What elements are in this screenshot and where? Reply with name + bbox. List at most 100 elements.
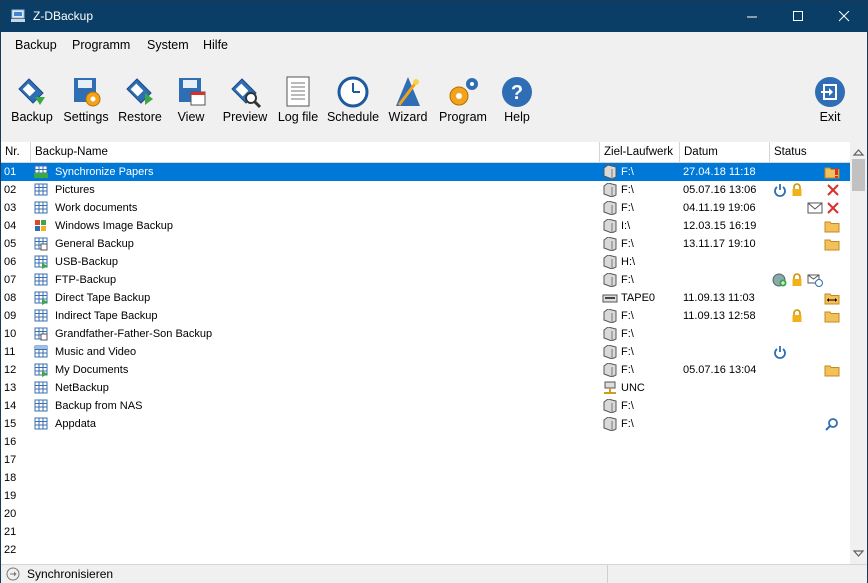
status-bar: Synchronisieren: [1, 564, 867, 583]
exit-label: Exit: [819, 110, 841, 124]
table-row[interactable]: 17: [1, 451, 850, 469]
column-header-nr[interactable]: Nr.: [1, 142, 31, 162]
drive-icon: [602, 164, 618, 180]
app-icon: [11, 9, 25, 22]
restore-icon: [126, 78, 153, 105]
table-header: Nr. Backup-Name Ziel-Laufwerk Datum Stat…: [1, 142, 850, 163]
close-button[interactable]: [821, 1, 867, 32]
table-row[interactable]: 06 USB-Backup H:\: [1, 253, 850, 271]
table-row[interactable]: 12 My Documents F:\ 05.07.16 13:04: [1, 361, 850, 379]
table-row[interactable]: 09 Indirect Tape Backup F:\ 11.09.13 12:58: [1, 307, 850, 325]
backup-icon: [18, 78, 45, 105]
column-header-backup-name[interactable]: Backup-Name: [31, 142, 600, 162]
table-row[interactable]: 13 NetBackup UNC: [1, 379, 850, 397]
target-drive: F:\: [621, 400, 634, 412]
table-row[interactable]: 05 General Backup F:\ 13.11.17 19:10: [1, 235, 850, 253]
schedule-button[interactable]: Schedule: [327, 75, 379, 139]
schedule-label: Schedule: [326, 110, 380, 124]
scroll-thumb[interactable]: [852, 159, 865, 191]
preview-button[interactable]: Preview: [223, 75, 267, 139]
program-button[interactable]: Program: [438, 75, 488, 139]
table-row[interactable]: 07 FTP-Backup F:\: [1, 271, 850, 289]
target-drive: F:\: [621, 328, 634, 340]
menu-system[interactable]: System: [147, 38, 189, 52]
table-row[interactable]: 11 Music and Video F:\: [1, 343, 850, 361]
backup-type-icon: [34, 291, 48, 305]
restore-button[interactable]: Restore: [118, 75, 162, 139]
target-drive: F:\: [621, 418, 634, 430]
menu-hilfe[interactable]: Hilfe: [203, 38, 228, 52]
folder-warning-icon: [824, 165, 840, 179]
target-drive: UNC: [621, 382, 645, 394]
backup-name: Work documents: [55, 202, 138, 214]
toolbar: Backup Settings Restore View Preview Log…: [1, 57, 867, 144]
column-header-date[interactable]: Datum: [680, 142, 770, 162]
table-row[interactable]: 10 Grandfather-Father-Son Backup F:\: [1, 325, 850, 343]
backup-type-icon: [34, 201, 48, 215]
network-mail-icon: [807, 273, 823, 287]
title-bar[interactable]: Z-DBackup: [1, 1, 867, 32]
close-icon: [838, 11, 849, 22]
row-number: 14: [4, 400, 17, 412]
help-button[interactable]: ? Help: [497, 75, 537, 139]
exit-button[interactable]: Exit: [811, 75, 849, 139]
scroll-down-icon[interactable]: [850, 545, 867, 562]
vertical-scrollbar[interactable]: [850, 142, 867, 564]
table-row[interactable]: 02 Pictures F:\ 05.07.16 13:06: [1, 181, 850, 199]
error-x-icon: [826, 201, 840, 215]
backup-name: Synchronize Papers: [55, 166, 154, 178]
row-number: 06: [4, 256, 17, 268]
backup-type-icon: [34, 237, 48, 251]
table-row[interactable]: 16: [1, 433, 850, 451]
help-label: Help: [504, 110, 530, 124]
maximize-button[interactable]: [775, 1, 821, 32]
backup-type-icon: [34, 273, 48, 287]
table-row[interactable]: 18: [1, 469, 850, 487]
menu-bar: Backup Programm System Hilfe: [1, 32, 867, 57]
backup-name: Music and Video: [55, 346, 137, 358]
network-drive-icon: [602, 381, 618, 395]
table-row[interactable]: 19: [1, 487, 850, 505]
table-row[interactable]: 15 Appdata F:\: [1, 415, 850, 433]
drive-icon: [602, 254, 618, 270]
log-file-label: Log file: [277, 110, 319, 124]
table-row[interactable]: 21: [1, 523, 850, 541]
backup-type-icon: [34, 165, 48, 179]
mail-icon: [807, 201, 823, 215]
table-row[interactable]: 20: [1, 505, 850, 523]
view-button[interactable]: View: [171, 75, 211, 139]
drive-icon: [602, 272, 618, 288]
backup-name: Indirect Tape Backup: [55, 310, 158, 322]
table-row[interactable]: 22: [1, 541, 850, 559]
column-header-status[interactable]: Status: [770, 142, 850, 162]
target-drive: F:\: [621, 166, 634, 178]
status-text: Synchronisieren: [27, 567, 114, 581]
row-number: 04: [4, 220, 17, 232]
backup-name: NetBackup: [55, 382, 109, 394]
backup-type-icon: [34, 255, 48, 269]
menu-backup[interactable]: Backup: [15, 38, 57, 52]
backup-name: USB-Backup: [55, 256, 118, 268]
target-drive: F:\: [621, 346, 634, 358]
wizard-button[interactable]: Wizard: [387, 75, 429, 139]
minimize-button[interactable]: [729, 1, 775, 32]
table-row[interactable]: 03 Work documents F:\ 04.11.19 19:06: [1, 199, 850, 217]
lock-icon: [790, 183, 804, 197]
table-row[interactable]: 01 Synchronize Papers F:\ 27.04.18 11:18: [1, 163, 850, 181]
backup-name: Windows Image Backup: [55, 220, 173, 232]
power-icon: [773, 183, 787, 197]
backup-button[interactable]: Backup: [10, 75, 54, 139]
drive-icon: [602, 344, 618, 360]
target-drive: F:\: [621, 274, 634, 286]
table-row[interactable]: 08 Direct Tape Backup TAPE0 11.09.13 11:03: [1, 289, 850, 307]
column-header-target-drive[interactable]: Ziel-Laufwerk: [600, 142, 680, 162]
menu-programm[interactable]: Programm: [72, 38, 130, 52]
backup-name: General Backup: [55, 238, 134, 250]
window-title: Z-DBackup: [33, 9, 94, 23]
log-file-button[interactable]: Log file: [277, 75, 319, 139]
table-row[interactable]: 04 Windows Image Backup I:\ 12.03.15 16:19: [1, 217, 850, 235]
row-number: 10: [4, 328, 17, 340]
row-number: 13: [4, 382, 17, 394]
table-row[interactable]: 14 Backup from NAS F:\: [1, 397, 850, 415]
settings-button[interactable]: Settings: [63, 75, 109, 139]
